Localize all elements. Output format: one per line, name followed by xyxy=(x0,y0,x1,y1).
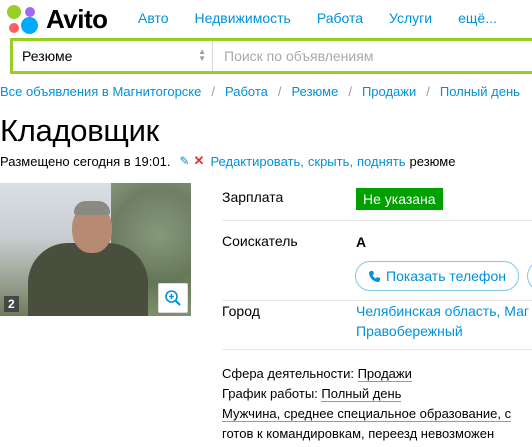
salary-label: Зарплата xyxy=(222,189,284,205)
comma: , xyxy=(300,153,304,169)
avito-logo[interactable]: Avito xyxy=(6,2,108,36)
logo-dots-icon xyxy=(6,2,40,36)
resume-details: Сфера деятельности: Продажи График работ… xyxy=(222,364,512,444)
photo-figure-hair xyxy=(74,201,110,215)
sphere-link[interactable]: Продажи xyxy=(357,366,412,382)
zoom-in-icon xyxy=(165,290,181,306)
select-arrows-icon: ▲ ▼ xyxy=(198,47,206,63)
nav-services[interactable]: Услуги xyxy=(389,10,432,26)
page-title: Кладовщик xyxy=(0,113,159,148)
schedule-label: График работы: xyxy=(222,386,318,401)
seeker-label: Соискатель xyxy=(222,233,298,249)
show-phone-button[interactable]: Показать телефон xyxy=(355,261,519,291)
main-nav: Авто Недвижимость Работа Услуги ещё... xyxy=(138,10,523,26)
close-icon[interactable]: ✕ xyxy=(194,153,205,169)
zoom-button[interactable] xyxy=(158,283,188,313)
nav-jobs[interactable]: Работа xyxy=(317,10,363,26)
raise-link[interactable]: поднять xyxy=(357,154,406,169)
city-link[interactable]: Челябинская область, Маг xyxy=(356,303,529,319)
breadcrumb-separator: / xyxy=(348,84,352,99)
breadcrumb-full-day[interactable]: Полный день xyxy=(440,84,520,99)
resume-word: резюме xyxy=(409,153,456,169)
travel-line: готов к командировкам, переезд невозможе… xyxy=(222,424,511,444)
salary-badge: Не указана xyxy=(356,188,443,210)
breadcrumb-separator: / xyxy=(211,84,215,99)
extra-action-button[interactable] xyxy=(527,261,532,291)
divider xyxy=(222,300,532,301)
photo-count-badge: 2 xyxy=(4,296,19,312)
ad-meta: Размещено сегодня в 19:01. ✎ ✕ Редактиро… xyxy=(0,153,455,169)
phone-icon xyxy=(368,270,381,283)
profile-text: Мужчина, среднее специальное образование… xyxy=(222,406,512,422)
breadcrumb: Все объявления в Магнитогорске / Работа … xyxy=(0,84,520,99)
schedule-line: График работы: Полный день xyxy=(222,384,511,404)
breadcrumb-resumes[interactable]: Резюме xyxy=(292,84,339,99)
hide-link[interactable]: скрыть xyxy=(308,154,350,169)
divider xyxy=(222,220,532,221)
search-bar: Резюме ▲ ▼ xyxy=(10,38,532,74)
travel-text: готов к командировкам, переезд невозможе… xyxy=(222,426,495,441)
category-select-value: Резюме xyxy=(22,48,73,64)
nav-realty[interactable]: Недвижимость xyxy=(195,10,291,26)
show-phone-label: Показать телефон xyxy=(386,268,506,284)
top-bar: Avito Авто Недвижимость Работа Услуги ещ… xyxy=(0,0,532,38)
seeker-value: А xyxy=(356,234,367,250)
logo-text: Avito xyxy=(46,3,108,34)
district-link[interactable]: Правобережный xyxy=(356,323,463,339)
photo-figure-body xyxy=(28,243,148,316)
breadcrumb-separator: / xyxy=(277,84,282,99)
search-input[interactable] xyxy=(214,41,532,71)
pencil-icon[interactable]: ✎ xyxy=(179,154,189,168)
posted-date: Размещено сегодня в 19:01. xyxy=(0,153,171,169)
comma: , xyxy=(349,153,353,169)
edit-link[interactable]: Редактировать xyxy=(210,154,300,169)
breadcrumb-separator: / xyxy=(426,84,430,99)
nav-more[interactable]: ещё... xyxy=(458,10,497,26)
breadcrumb-jobs[interactable]: Работа xyxy=(225,84,268,99)
schedule-link[interactable]: Полный день xyxy=(321,386,402,402)
ad-photo[interactable]: 2 xyxy=(0,183,191,316)
breadcrumb-sales[interactable]: Продажи xyxy=(362,84,416,99)
sphere-line: Сфера деятельности: Продажи xyxy=(222,364,511,384)
divider xyxy=(222,349,532,350)
breadcrumb-all-ads[interactable]: Все объявления в Магнитогорске xyxy=(0,84,201,99)
profile-line: Мужчина, среднее специальное образование… xyxy=(222,404,512,424)
category-select[interactable]: Резюме ▲ ▼ xyxy=(13,41,213,71)
city-label: Город xyxy=(222,303,260,319)
sphere-label: Сфера деятельности: xyxy=(222,366,354,381)
nav-auto[interactable]: Авто xyxy=(138,10,169,26)
